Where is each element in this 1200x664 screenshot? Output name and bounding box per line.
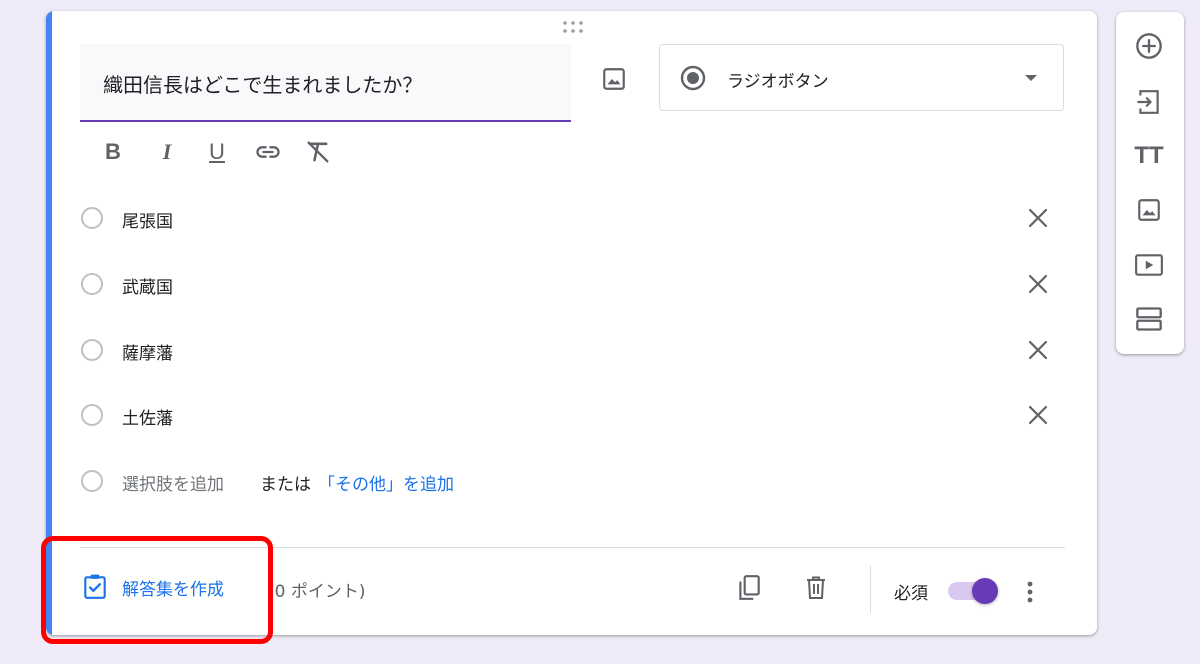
- image-icon: [1138, 199, 1160, 221]
- italic-button[interactable]: I: [150, 135, 184, 169]
- option-label[interactable]: 薩摩藩: [122, 339, 173, 364]
- remove-option-button[interactable]: [1023, 269, 1053, 299]
- import-icon: [1137, 90, 1159, 114]
- image-icon: [603, 68, 625, 90]
- bold-icon: B: [105, 139, 121, 164]
- question-type-label: ラジオボタン: [727, 72, 829, 92]
- add-circle-icon: [1136, 33, 1162, 59]
- radio-unchecked-icon: [81, 404, 103, 426]
- option-label[interactable]: 尾張国: [122, 207, 173, 232]
- remove-option-button[interactable]: [1023, 400, 1053, 430]
- option-label[interactable]: 土佐藩: [122, 404, 173, 429]
- remove-option-button[interactable]: [1023, 335, 1053, 365]
- or-text: または: [260, 475, 311, 495]
- question-title-text: 織田信長はどこで生まれましたか？: [103, 73, 423, 97]
- list-item: 薩摩藩: [80, 332, 1070, 372]
- insert-link-button[interactable]: [251, 135, 285, 169]
- add-option-row: 選択肢を追加 または 「その他」を追加: [80, 462, 780, 502]
- add-image-tool-button[interactable]: [1132, 193, 1166, 227]
- add-other-button[interactable]: 「その他」を追加: [318, 470, 454, 495]
- underline-icon: U: [209, 139, 225, 164]
- add-option-button[interactable]: 選択肢を追加: [122, 470, 224, 495]
- close-icon: [1028, 274, 1048, 294]
- close-icon: [1028, 208, 1048, 228]
- more-options-button[interactable]: [1016, 578, 1044, 606]
- clear-format-button[interactable]: [301, 135, 335, 169]
- close-icon: [1028, 405, 1048, 425]
- add-title-button[interactable]: TT: [1132, 139, 1166, 173]
- footer-separator: [870, 565, 871, 613]
- clear-format-icon: [307, 141, 329, 163]
- radio-unchecked-icon: [81, 207, 103, 229]
- list-item: 武蔵国: [80, 266, 1070, 306]
- radio-unchecked-icon: [81, 273, 103, 295]
- close-icon: [1028, 340, 1048, 360]
- question-title-field[interactable]: 織田信長はどこで生まれましたか？: [80, 44, 571, 122]
- option-label[interactable]: 武蔵国: [122, 273, 173, 298]
- chevron-down-icon: [1025, 75, 1037, 81]
- add-image-button[interactable]: [594, 61, 634, 97]
- toggle-thumb: [972, 578, 998, 604]
- list-item: 土佐藩: [80, 397, 1070, 437]
- side-toolbar: TT: [1116, 12, 1184, 354]
- radio-checked-icon: [680, 65, 706, 91]
- add-section-button[interactable]: [1132, 302, 1166, 336]
- trash-icon: [807, 576, 825, 599]
- import-questions-button[interactable]: [1132, 85, 1166, 119]
- link-icon: [256, 146, 280, 158]
- add-question-button[interactable]: [1132, 29, 1166, 63]
- radio-unchecked-icon: [81, 339, 103, 361]
- required-toggle[interactable]: [948, 578, 1000, 604]
- drag-handle-icon[interactable]: [561, 20, 585, 34]
- radio-unchecked-icon: [81, 470, 103, 492]
- points-label: (0 ポイント): [268, 582, 366, 602]
- bold-button[interactable]: B: [96, 135, 130, 169]
- required-label: 必須: [894, 584, 928, 604]
- copy-icon: [739, 575, 760, 600]
- add-video-button[interactable]: [1132, 248, 1166, 282]
- highlight-annotation: [41, 536, 273, 644]
- list-item: 尾張国: [80, 200, 1070, 240]
- remove-option-button[interactable]: [1023, 203, 1053, 233]
- video-icon: [1135, 254, 1163, 276]
- italic-icon: I: [162, 139, 172, 164]
- more-vert-icon: [1027, 581, 1033, 603]
- section-icon: [1136, 307, 1162, 331]
- delete-button[interactable]: [798, 570, 834, 606]
- underline-button[interactable]: U: [200, 135, 234, 169]
- question-type-dropdown[interactable]: ラジオボタン: [659, 44, 1064, 111]
- duplicate-button[interactable]: [731, 570, 767, 606]
- title-icon: TT: [1134, 142, 1164, 169]
